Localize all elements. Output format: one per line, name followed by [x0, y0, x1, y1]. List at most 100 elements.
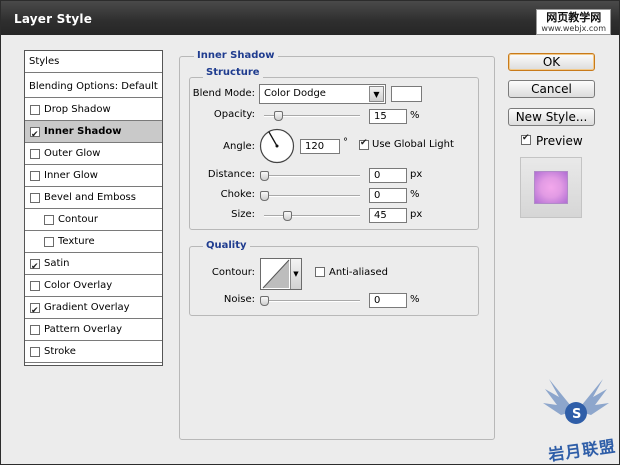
choke-unit: %	[410, 189, 420, 200]
blend-mode-label: Blend Mode:	[192, 88, 255, 99]
choke-slider-thumb[interactable]	[260, 191, 269, 201]
styles-list-item-label: Outer Glow	[44, 148, 101, 159]
svg-text:S: S	[572, 407, 581, 422]
styles-list-item-9[interactable]: Satin	[25, 253, 162, 278]
size-input[interactable]: 45	[369, 208, 407, 223]
watermark-top-line2: www.webjx.com	[541, 24, 606, 33]
choke-input[interactable]: 0	[369, 188, 407, 203]
inner-shadow-checkbox[interactable]	[30, 125, 40, 146]
styles-list-item-label: Styles	[29, 56, 60, 67]
use-global-light-label: Use Global Light	[372, 139, 454, 150]
distance-label: Distance:	[207, 169, 255, 180]
structure-title: Structure	[203, 67, 263, 78]
satin-checkbox[interactable]	[30, 257, 40, 278]
size-slider-track[interactable]	[264, 215, 360, 217]
preview-thumbnail	[520, 157, 582, 218]
window-title: Layer Style	[14, 12, 93, 26]
styles-list-item-label: Texture	[58, 236, 95, 247]
contour-checkbox[interactable]	[44, 215, 54, 225]
styles-list-item-7[interactable]: Contour	[25, 209, 162, 231]
distance-input[interactable]: 0	[369, 168, 407, 183]
styles-list-item-3[interactable]: Inner Shadow	[25, 121, 162, 146]
quality-group	[189, 246, 479, 316]
cancel-button[interactable]: Cancel	[508, 80, 595, 98]
distance-slider-track[interactable]	[264, 175, 360, 177]
blend-mode-select[interactable]: Color Dodge ▼	[259, 84, 386, 104]
size-unit: px	[410, 209, 423, 220]
wings-logo-icon: S	[543, 379, 609, 424]
opacity-slider-thumb[interactable]	[274, 111, 283, 121]
choke-slider-track[interactable]	[264, 195, 360, 197]
contour-label: Contour:	[211, 267, 255, 278]
inner-shadow-title: Inner Shadow	[194, 50, 278, 61]
texture-checkbox[interactable]	[44, 237, 54, 247]
watermark-bottom: 岩月联盟	[547, 436, 618, 465]
anti-aliased-checkbox[interactable]	[315, 267, 325, 277]
choke-label: Choke:	[220, 189, 255, 200]
preview-label: Preview	[536, 134, 583, 148]
quality-title: Quality	[203, 240, 250, 251]
preview-swatch	[534, 171, 568, 204]
ok-button[interactable]: OK	[508, 53, 595, 71]
styles-list-item-4[interactable]: Outer Glow	[25, 143, 162, 165]
pattern-overlay-checkbox[interactable]	[30, 325, 40, 335]
preview-checkbox[interactable]	[521, 133, 531, 145]
angle-label: Angle:	[223, 141, 255, 152]
noise-label: Noise:	[223, 294, 255, 305]
opacity-unit: %	[410, 110, 420, 121]
styles-list-item-label: Drop Shadow	[44, 104, 111, 115]
chevron-down-icon: ▼	[369, 86, 384, 102]
chevron-down-icon[interactable]: ▼	[290, 259, 301, 289]
contour-picker[interactable]: ▼	[260, 258, 302, 290]
drop-shadow-checkbox[interactable]	[30, 105, 40, 115]
styles-list-item-0[interactable]: Styles	[25, 51, 162, 73]
styles-list-item-label: Stroke	[44, 346, 76, 357]
bevel-emboss-checkbox[interactable]	[30, 193, 40, 203]
styles-list-item-1[interactable]: Blending Options: Default	[25, 76, 162, 98]
styles-list-item-label: Inner Glow	[44, 170, 98, 181]
styles-list-item-11[interactable]: Gradient Overlay	[25, 297, 162, 322]
styles-list-item-5[interactable]: Inner Glow	[25, 165, 162, 187]
noise-unit: %	[410, 294, 420, 305]
noise-input[interactable]: 0	[369, 293, 407, 308]
styles-list-item-label: Satin	[44, 258, 70, 269]
styles-list-item-12[interactable]: Pattern Overlay	[25, 319, 162, 341]
styles-list-item-label: Contour	[58, 214, 98, 225]
distance-slider-thumb[interactable]	[260, 171, 269, 181]
styles-list-item-label: Blending Options: Default	[29, 81, 158, 92]
blend-mode-value: Color Dodge	[264, 88, 326, 99]
noise-slider-thumb[interactable]	[260, 296, 269, 306]
size-label: Size:	[231, 209, 255, 220]
distance-unit: px	[410, 169, 423, 180]
inner-glow-checkbox[interactable]	[30, 171, 40, 181]
use-global-light-checkbox[interactable]	[359, 138, 369, 150]
noise-slider-track[interactable]	[264, 300, 360, 302]
styles-list-item-label: Color Overlay	[44, 280, 113, 291]
styles-list-item-10[interactable]: Color Overlay	[25, 275, 162, 297]
opacity-input[interactable]: 15	[369, 109, 407, 124]
title-bar[interactable]: Layer Style	[1, 1, 619, 35]
styles-list-item-8[interactable]: Texture	[25, 231, 162, 253]
color-overlay-checkbox[interactable]	[30, 281, 40, 291]
styles-list-item-label: Inner Shadow	[44, 126, 122, 137]
styles-list-item-6[interactable]: Bevel and Emboss	[25, 187, 162, 209]
shadow-color-swatch[interactable]	[391, 86, 422, 102]
angle-dial-icon[interactable]	[259, 128, 295, 164]
angle-input[interactable]: 120	[300, 139, 340, 154]
gradient-overlay-checkbox[interactable]	[30, 301, 40, 322]
anti-aliased-label: Anti-aliased	[329, 267, 389, 278]
opacity-label: Opacity:	[213, 109, 255, 120]
styles-list-item-13[interactable]: Stroke	[25, 341, 162, 363]
contour-preview-icon	[262, 259, 290, 289]
angle-unit: °	[343, 137, 348, 148]
stroke-checkbox[interactable]	[30, 347, 40, 357]
styles-list-item-label: Gradient Overlay	[44, 302, 130, 313]
new-style-button[interactable]: New Style...	[508, 108, 595, 126]
styles-list-item-2[interactable]: Drop Shadow	[25, 99, 162, 121]
styles-list: Styles Blending Options: Default Drop Sh…	[24, 50, 163, 366]
watermark-top: 网页教学网 www.webjx.com	[536, 9, 611, 35]
size-slider-thumb[interactable]	[283, 211, 292, 221]
outer-glow-checkbox[interactable]	[30, 149, 40, 159]
styles-list-item-label: Pattern Overlay	[44, 324, 123, 335]
layer-style-dialog: Layer Style 网页教学网 www.webjx.com Styles B…	[0, 0, 620, 465]
